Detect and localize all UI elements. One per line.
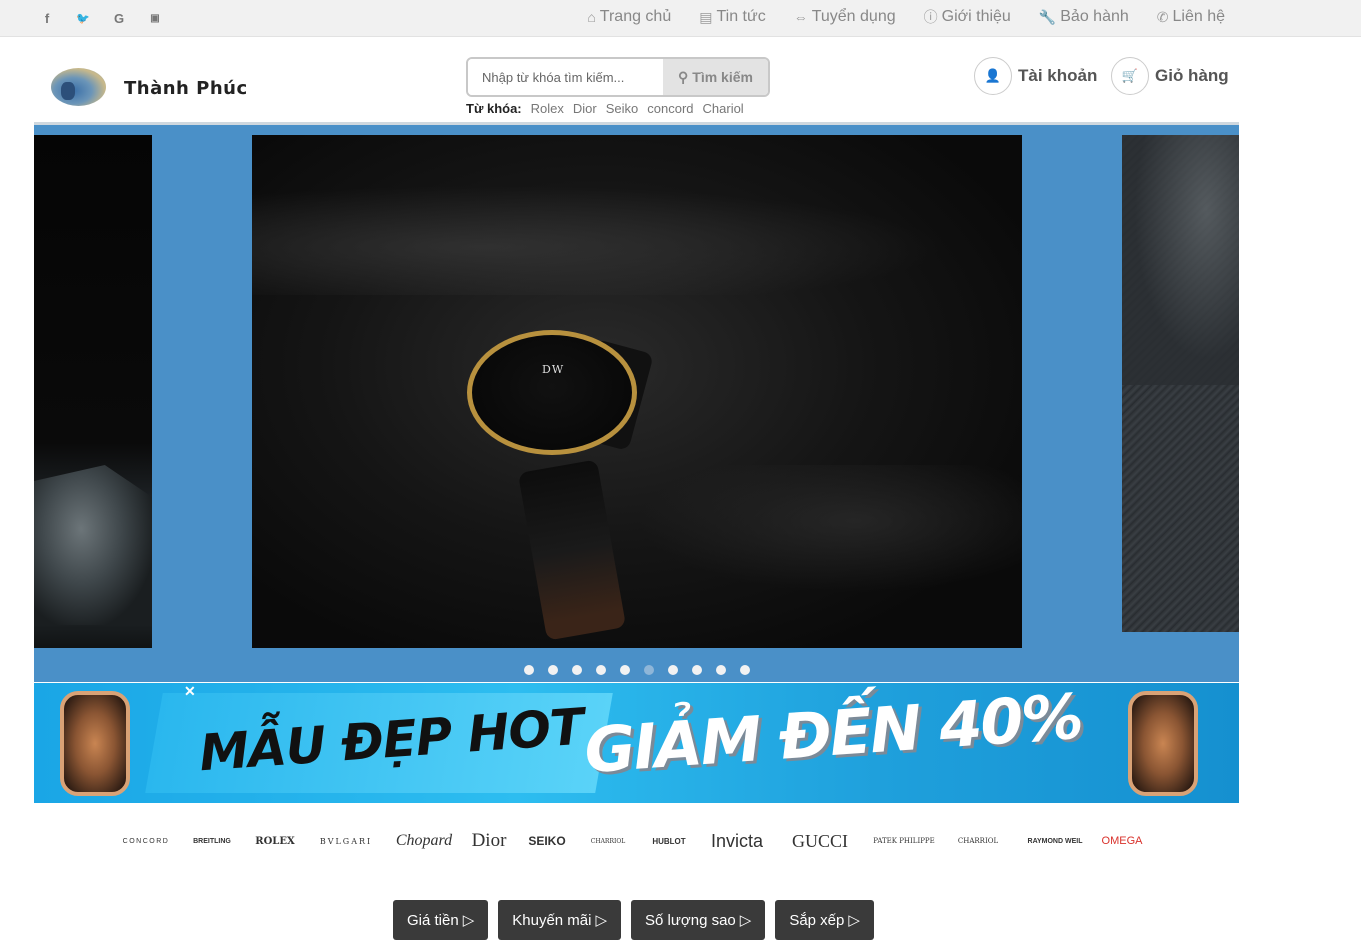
sort-button[interactable]: Sắp xếp ▷ xyxy=(775,900,874,940)
nav-tuyen-dung[interactable]: ⇔ Tuyển dụng xyxy=(794,8,896,26)
brand-logos: CONCORD BREITLING ROLEX BVLGARI Chopard … xyxy=(113,823,1163,859)
keyword-list: Từ khóa: Rolex Dior Seiko concord Chario… xyxy=(466,101,744,116)
brand-logo-raymond-weil[interactable]: RAYMOND WEIL xyxy=(1013,838,1097,845)
google-icon[interactable]: G xyxy=(112,11,126,26)
home-icon: ⌂ xyxy=(587,9,596,25)
slider-dot[interactable] xyxy=(620,665,630,675)
search-button-label: Tìm kiếm xyxy=(692,69,753,85)
promo-banner[interactable]: ✕ MẪU ĐẸP HOT GIẢM ĐẾN 40% xyxy=(34,683,1239,803)
brand-logo-gucci[interactable]: GUCCI xyxy=(775,831,865,852)
nav-label: Liên hệ xyxy=(1172,8,1226,25)
user-icon: 👤 xyxy=(974,57,1012,95)
search-button[interactable]: ⚲ Tìm kiếm xyxy=(663,59,768,95)
brand-logo-patek-philippe[interactable]: PATEK PHILIPPE xyxy=(865,837,943,845)
nav-label: Giới thiệu xyxy=(941,8,1011,25)
brand-logo-breitling[interactable]: BREITLING xyxy=(179,838,245,845)
filter-label: Sắp xếp xyxy=(789,911,845,929)
nav-tin-tuc[interactable]: ▤ Tin tức xyxy=(699,8,765,26)
slider-dot[interactable] xyxy=(644,665,654,675)
nav-bao-hanh[interactable]: 🔧 Bảo hành xyxy=(1039,8,1129,26)
brand-logo-seiko[interactable]: SEIKO xyxy=(517,834,577,848)
brand-logo-omega[interactable]: OMEGA xyxy=(1097,835,1147,847)
keywords-label: Từ khóa: xyxy=(466,101,522,116)
slider-dot[interactable] xyxy=(716,665,726,675)
account-label: Tài khoản xyxy=(1018,66,1098,85)
filter-rating-button[interactable]: Số lượng sao ▷ xyxy=(631,900,766,940)
logo-image[interactable] xyxy=(51,68,106,106)
brand-logo-invicta[interactable]: Invicta xyxy=(699,831,775,852)
nav-trang-chu[interactable]: ⌂ Trang chủ xyxy=(587,8,671,26)
filter-label: Số lượng sao xyxy=(645,911,736,929)
brand-logo-chopard[interactable]: Chopard xyxy=(387,832,461,850)
slider-dot[interactable] xyxy=(548,665,558,675)
hero-slider[interactable]: DW xyxy=(34,122,1239,682)
youtube-icon[interactable]: ▣ xyxy=(148,13,162,24)
top-navigation: ⌂ Trang chủ ▤ Tin tức ⇔ Tuyển dụng ⓘ Giới th… xyxy=(587,0,1225,34)
slider-dot[interactable] xyxy=(740,665,750,675)
cart-label: Giỏ hàng xyxy=(1155,66,1229,85)
search-icon: ⚲ xyxy=(678,68,689,85)
top-bar: f 🐦 G ▣ ⌂ Trang chủ ▤ Tin tức ⇔ Tuyển dụng … xyxy=(0,0,1361,37)
nav-label: Trang chủ xyxy=(599,8,672,25)
nav-label: Tuyển dụng xyxy=(811,8,896,25)
keyword-link[interactable]: Chariol xyxy=(703,101,744,116)
filter-label: Khuyến mãi xyxy=(512,911,592,929)
handshake-icon: ⇔ xyxy=(793,9,808,25)
phone-icon: ✆ xyxy=(1156,8,1169,25)
nav-gioi-thieu[interactable]: ⓘ Giới thiệu xyxy=(924,7,1011,27)
slider-dot[interactable] xyxy=(572,665,582,675)
brand-logo-charriol-2[interactable]: CHARRIOL xyxy=(943,837,1013,845)
filter-promotion-button[interactable]: Khuyến mãi ▷ xyxy=(498,900,622,940)
watch-logo: DW xyxy=(542,363,565,376)
brand-logo-concord[interactable]: CONCORD xyxy=(113,838,179,845)
brand-logo-rolex[interactable]: ROLEX xyxy=(245,836,305,847)
keyword-link[interactable]: Seiko xyxy=(606,101,639,116)
wrench-icon: 🔧 xyxy=(1038,8,1057,25)
brand-logo-dior[interactable]: Dior xyxy=(461,830,517,852)
nav-label: Bảo hành xyxy=(1060,8,1129,25)
brand-logo-hublot[interactable]: HUBLOT xyxy=(639,837,699,846)
close-icon[interactable]: ✕ xyxy=(184,683,196,700)
banner-text-right: GIẢM ĐẾN 40% xyxy=(582,683,1084,788)
nav-label: Tin tức xyxy=(716,8,766,25)
play-icon: ▷ xyxy=(739,912,752,929)
play-icon: ▷ xyxy=(462,912,475,929)
search-box: ⚲ Tìm kiếm xyxy=(466,57,770,97)
facebook-icon[interactable]: f xyxy=(40,11,54,26)
brand-name[interactable]: Thành Phúc xyxy=(124,78,248,99)
account-link[interactable]: 👤 Tài khoản xyxy=(974,57,1097,95)
play-icon: ▷ xyxy=(848,912,860,929)
slider-dot[interactable] xyxy=(524,665,534,675)
slide-next[interactable] xyxy=(1122,135,1239,632)
slider-dot[interactable] xyxy=(596,665,606,675)
nav-lien-he[interactable]: ✆ Liên hệ xyxy=(1157,8,1225,26)
info-icon: ⓘ xyxy=(923,9,938,25)
keyword-link[interactable]: Rolex xyxy=(531,101,564,116)
slider-dots xyxy=(524,665,750,675)
play-icon: ▷ xyxy=(595,912,608,929)
brand-logo-bvlgari[interactable]: BVLGARI xyxy=(305,837,387,846)
slide-previous[interactable] xyxy=(34,135,152,648)
search-input[interactable] xyxy=(468,59,663,95)
filter-price-button[interactable]: Giá tiền ▷ xyxy=(393,900,489,940)
banner-watch-right xyxy=(1128,691,1198,796)
keyword-link[interactable]: concord xyxy=(647,101,693,116)
filter-bar: Giá tiền ▷ Khuyến mãi ▷ Số lượng sao ▷ Sắp … xyxy=(393,900,874,940)
brand-logo-charriol[interactable]: CHARRIOL xyxy=(577,838,639,845)
slider-dot[interactable] xyxy=(668,665,678,675)
keyword-link[interactable]: Dior xyxy=(573,101,597,116)
cart-link[interactable]: 🛒 Giỏ hàng xyxy=(1111,57,1229,95)
newspaper-icon: ▤ xyxy=(699,8,713,25)
cart-icon: 🛒 xyxy=(1111,57,1149,95)
slide-current[interactable]: DW xyxy=(252,135,1022,648)
twitter-icon[interactable]: 🐦 xyxy=(76,12,90,25)
social-links: f 🐦 G ▣ xyxy=(40,0,162,37)
site-header: Thành Phúc ⚲ Tìm kiếm Từ khóa: Rolex Dio… xyxy=(0,37,1361,123)
slider-dot[interactable] xyxy=(692,665,702,675)
filter-label: Giá tiền xyxy=(407,911,459,929)
watch-face xyxy=(467,330,637,455)
banner-watch-left xyxy=(60,691,130,796)
